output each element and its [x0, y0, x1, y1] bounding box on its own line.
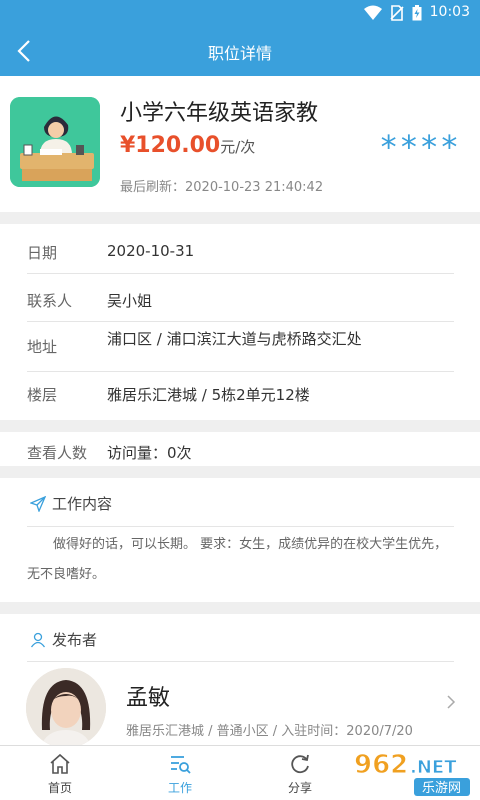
info-row-contact: 联系人 吴小姐 — [27, 274, 454, 322]
status-icons — [364, 5, 422, 21]
tutor-illustration-icon — [10, 97, 100, 187]
clock: 10:03 — [429, 4, 470, 20]
work-list-icon — [171, 756, 191, 774]
publisher-detail-arrow[interactable] — [446, 694, 456, 714]
svg-text:962: 962 — [354, 750, 408, 780]
price-unit: 元/次 — [220, 138, 256, 156]
info-label: 楼层 — [27, 386, 58, 404]
svg-text:乐游网: 乐游网 — [422, 781, 461, 796]
person-icon — [30, 632, 46, 647]
home-icon — [50, 753, 70, 774]
wifi-icon — [364, 5, 382, 20]
tab-label: 分享 — [287, 781, 312, 795]
price-value: ¥120.00 — [120, 133, 221, 158]
publisher-meta: 雅居乐汇港城 / 普通小区 / 入驻时间：2020/7/20 — [126, 724, 413, 739]
views-label: 查看人数 — [27, 444, 88, 462]
info-value: 2020-10-31 — [107, 242, 195, 260]
status-bar: 10:03 — [0, 0, 480, 26]
site-watermark: 962 .NET 乐游网 — [344, 745, 476, 800]
view-count-card: 查看人数 访问量：0次 — [0, 432, 480, 466]
chevron-right-icon — [447, 695, 456, 709]
refresh-label: 最后刷新： — [120, 180, 186, 195]
work-content-card: 工作内容 做得好的话，可以长期。 要求：女生，成绩优异的在校大学生优先，无不良嗜… — [0, 478, 480, 602]
info-label: 日期 — [27, 244, 58, 262]
tab-home[interactable]: 首页 — [0, 746, 120, 800]
job-title: 小学六年级英语家教 — [120, 101, 319, 126]
info-value: 吴小姐 — [107, 292, 153, 310]
svg-text:.NET: .NET — [410, 757, 457, 778]
info-value: 浦口区 / 浦口滨江大道与虎桥路交汇处 — [107, 330, 362, 348]
share-icon — [291, 754, 309, 774]
last-refresh: 最后刷新：2020-10-23 21:40:42 — [120, 176, 323, 195]
info-label: 联系人 — [27, 292, 73, 310]
publisher-card[interactable]: 发布者 孟敏 雅居乐汇港城 / 普通小区 / 入驻时间：2020/7/20 — [0, 614, 480, 754]
publisher-heading: 发布者 — [30, 629, 97, 650]
tab-work[interactable]: 工作 — [120, 746, 240, 800]
publisher-name: 孟敏 — [126, 686, 171, 711]
info-row-date: 日期 2020-10-31 — [27, 226, 454, 274]
no-sim-icon — [390, 5, 404, 21]
tab-label: 首页 — [47, 781, 72, 795]
info-value: 雅居乐汇港城 / 5栋2单元12楼 — [107, 386, 310, 404]
rating-stars: **** — [378, 128, 460, 166]
job-thumbnail — [10, 97, 100, 187]
title-bar: 职位详情 — [0, 26, 480, 76]
refresh-time: 2020-10-23 21:40:42 — [185, 180, 324, 195]
work-heading-text: 工作内容 — [52, 495, 113, 513]
tab-label: 工作 — [167, 781, 192, 795]
views-value: 访问量：0次 — [107, 444, 192, 462]
info-row-floor: 楼层 雅居乐汇港城 / 5栋2单元12楼 — [27, 372, 454, 420]
battery-icon — [412, 5, 422, 21]
job-info-card: 日期 2020-10-31 联系人 吴小姐 地址 浦口区 / 浦口滨江大道与虎桥… — [0, 224, 480, 420]
divider — [27, 526, 454, 527]
person-photo-icon — [26, 668, 106, 748]
work-content-heading: 工作内容 — [30, 493, 112, 514]
paper-plane-icon — [30, 495, 46, 512]
watermark-logo-icon: 962 .NET 乐游网 — [354, 750, 470, 796]
info-label: 地址 — [27, 338, 58, 356]
job-price: ¥120.00元/次 — [120, 133, 255, 158]
page-title: 职位详情 — [207, 44, 272, 63]
avatar — [26, 668, 106, 748]
divider — [27, 661, 454, 662]
work-description: 做得好的话，可以长期。 要求：女生，成绩优异的在校大学生优先，无不良嗜好。 — [27, 537, 448, 582]
publisher-heading-text: 发布者 — [52, 631, 98, 649]
info-row-address: 地址 浦口区 / 浦口滨江大道与虎桥路交汇处 — [27, 322, 454, 372]
tab-share[interactable]: 分享 — [240, 746, 360, 800]
